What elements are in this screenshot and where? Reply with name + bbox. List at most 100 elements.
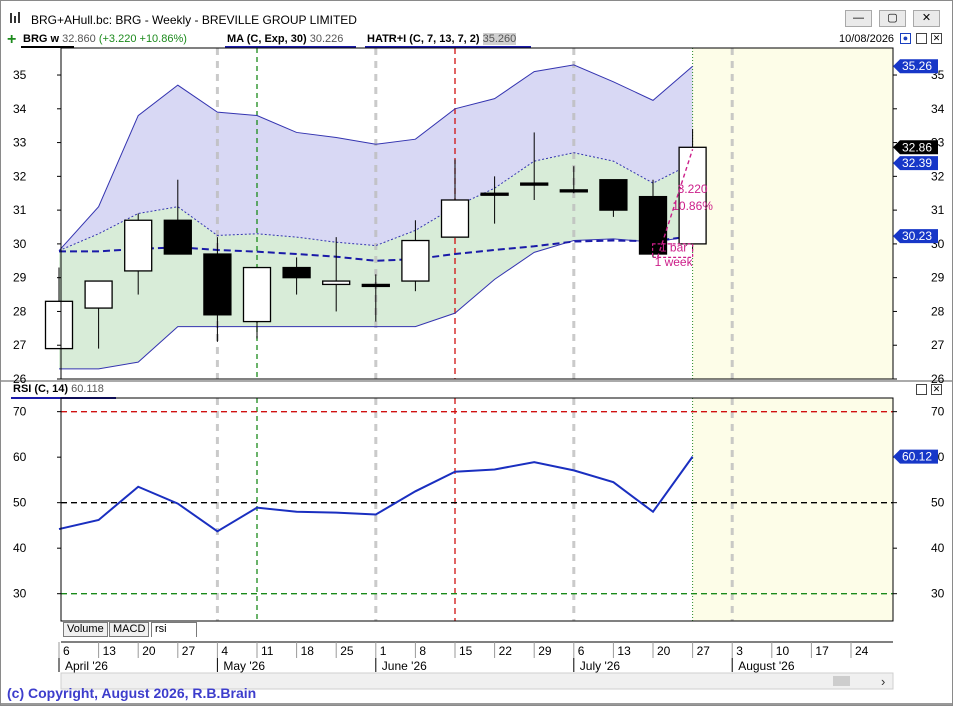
ma-line (59, 235, 693, 262)
rsi-tick-right-60: 60 (931, 450, 945, 464)
price-tag-0: 35.26 (902, 59, 932, 73)
price-tick-left-31: 31 (13, 203, 27, 217)
candle-body-3 (163, 219, 192, 255)
rsi-tick-left-70: 70 (13, 405, 27, 419)
rsi-tag: 60.12 (902, 450, 932, 464)
price-tick-right-27: 27 (931, 338, 945, 352)
x-tick-6: 18 (301, 644, 315, 658)
candle-body-13 (559, 189, 588, 193)
x-tick-0: 6 (63, 644, 70, 658)
price-tick-right-35: 35 (931, 68, 945, 82)
minimize-button[interactable]: — (845, 10, 872, 27)
settings-icon[interactable]: ● (900, 33, 911, 44)
candle-body-6 (282, 266, 311, 279)
measure-box (651, 243, 694, 259)
x-tick-9: 8 (419, 644, 426, 658)
rsi-line (58, 456, 694, 533)
price-tick-left-35: 35 (13, 68, 27, 82)
measure-line (656, 149, 694, 258)
x-tick-15: 20 (657, 644, 671, 658)
measure-bars-label: 1 bar (660, 240, 687, 254)
rsi-legend[interactable]: RSI (C, 14) 60.118 (13, 383, 104, 395)
x-tick-7: 25 (340, 644, 354, 658)
price-value: 32.860 (62, 33, 96, 45)
symbol-label: BRG w (23, 33, 60, 45)
price-tick-left-33: 33 (13, 136, 27, 150)
candle-body-7 (322, 280, 351, 286)
price-tick-right-34: 34 (931, 102, 945, 116)
symbol-underline (21, 46, 74, 48)
measure-change-label: 3.220 (678, 182, 708, 196)
restore-pane-icon[interactable] (916, 33, 927, 44)
tab-rsi[interactable]: rsi (151, 622, 197, 637)
price-tick-right-28: 28 (931, 304, 945, 318)
title-bar[interactable]: BRG+AHull.bc: BRG - Weekly - BREVILLE GR… (1, 1, 952, 31)
chart-app-icon (10, 12, 20, 23)
x-tick-17: 3 (736, 644, 743, 658)
month-label-1: May '26 (223, 659, 265, 673)
hatr-underline (365, 46, 531, 48)
x-tick-20: 24 (855, 644, 869, 658)
app-window: BRG+AHull.bc: BRG - Weekly - BREVILLE GR… (0, 0, 953, 706)
tab-macd[interactable]: MACD (109, 622, 150, 637)
x-tick-10: 15 (459, 644, 473, 658)
ma-legend[interactable]: MA (C, Exp, 30) 30.226 (227, 33, 343, 45)
ma-value: 30.226 (309, 33, 344, 45)
close-button[interactable]: ✕ (913, 10, 940, 27)
candle-body-15 (638, 195, 668, 255)
x-tick-11: 22 (499, 644, 513, 658)
rsi-tick-right-70: 70 (931, 405, 945, 419)
x-tick-8: 1 (380, 644, 387, 658)
price-tag-2: 32.39 (902, 156, 932, 170)
plus-icon[interactable]: + (7, 31, 16, 49)
close-pane-icon[interactable]: ✕ (931, 33, 942, 44)
month-label-2: June '26 (382, 659, 427, 673)
price-tick-left-28: 28 (13, 304, 27, 318)
scrollbar-thumb (833, 676, 850, 686)
future-zone-price (692, 48, 893, 379)
ma-label: MA (C, Exp, 30) (227, 33, 307, 45)
rsi-underline (11, 397, 116, 399)
price-tag-bg-1 (893, 140, 938, 155)
tab-volume[interactable]: Volume (63, 622, 108, 637)
hatr-legend[interactable]: HATR+I (C, 7, 13, 7, 2) 35.260 (367, 33, 517, 45)
price-legend-bar: + BRG w 32.860 (+3.220 +10.86%) MA (C, E… (1, 31, 952, 48)
chart-canvas: 3.22010.86%1 bar1 week26 2627 2728 2829 2930… (1, 47, 952, 705)
price-tick-right-29: 29 (931, 271, 945, 285)
restore-rsi-pane-icon[interactable] (916, 384, 927, 395)
rsi-tick-left-30: 30 (13, 587, 27, 601)
close-rsi-pane-icon[interactable]: ✕ (931, 384, 942, 395)
x-tick-18: 10 (776, 644, 790, 658)
price-tag-1: 32.86 (902, 140, 932, 154)
price-tick-left-34: 34 (13, 102, 27, 116)
hatr-mid-line (58, 152, 693, 252)
candle-body-12 (520, 182, 549, 186)
rsi-tick-left-50: 50 (13, 496, 27, 510)
x-tick-16: 27 (697, 644, 711, 658)
x-tick-14: 13 (617, 644, 631, 658)
symbol-legend[interactable]: BRG w 32.860 (+3.220 +10.86%) (23, 33, 187, 45)
scroll-right-arrow: › (881, 674, 885, 689)
rsi-tick-right-50: 50 (931, 496, 945, 510)
ma-underline (225, 46, 356, 48)
x-tick-2: 20 (142, 644, 156, 658)
measure-percent-label: 10.86% (672, 199, 713, 213)
rsi-label: RSI (C, 14) (13, 383, 69, 395)
window-title: BRG+AHull.bc: BRG - Weekly - BREVILLE GR… (31, 13, 357, 27)
x-tick-3: 27 (182, 644, 196, 658)
candle-body-16 (678, 146, 707, 245)
price-tick-right-30: 30 (931, 237, 945, 251)
maximize-button[interactable]: ▢ (879, 10, 906, 27)
candle-body-5 (242, 266, 272, 323)
candle-body-11 (480, 192, 509, 196)
candle-body-9 (401, 239, 430, 282)
measure-period-label: 1 week (655, 255, 694, 269)
price-tick-left-30: 30 (13, 237, 27, 251)
candle-body-2 (124, 219, 153, 272)
hatr-lower-band-fill (59, 152, 693, 369)
price-tag-3: 30.23 (902, 229, 932, 243)
copyright-text: (c) Copyright, August 2026, R.B.Brain (7, 685, 257, 701)
price-change: (+3.220 +10.86%) (98, 33, 187, 45)
month-label-4: August '26 (738, 659, 795, 673)
hatr-upper-band-fill (59, 64, 693, 251)
